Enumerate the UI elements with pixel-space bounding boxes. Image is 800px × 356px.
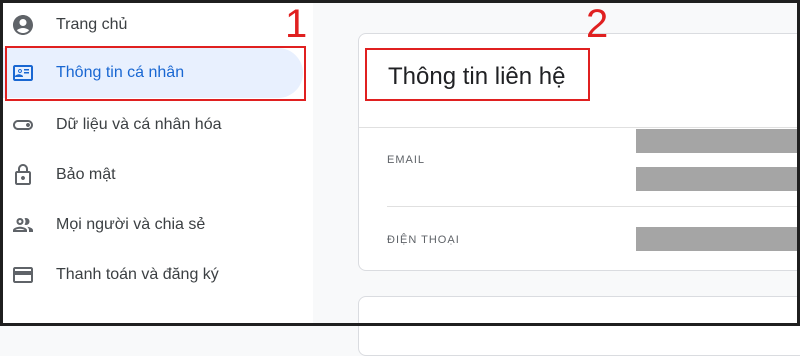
annotation-number-2: 2 [586,2,609,46]
toggle-icon [11,113,35,137]
sidebar-item-label: Bảo mật [56,166,116,183]
lock-icon [11,163,35,187]
credit-card-icon [11,263,35,287]
sidebar-item-label: Mọi người và chia sẻ [56,216,206,233]
sidebar-item-label: Thanh toán và đăng ký [56,266,219,283]
divider [359,127,800,128]
annotation-box-2 [365,48,590,101]
sidebar-item-security[interactable]: Bảo mật [3,150,303,200]
annotation-number-1: 1 [285,2,308,46]
sidebar-item-label: Trang chủ [56,16,128,33]
email-redaction [636,167,800,191]
phone-label: ĐIỆN THOẠI [387,234,460,246]
email-label: EMAIL [387,154,426,166]
people-icon [11,213,35,237]
sidebar-item-people-sharing[interactable]: Mọi người và chia sẻ [3,200,303,250]
sidebar-item-data-personalization[interactable]: Dữ liệu và cá nhân hóa [3,100,303,150]
sidebar-item-label: Dữ liệu và cá nhân hóa [56,116,222,133]
annotation-box-1 [5,46,306,101]
email-redaction [636,129,800,153]
sidebar-item-home[interactable]: Trang chủ [3,0,303,50]
sidebar-item-payments[interactable]: Thanh toán và đăng ký [3,250,303,300]
account-circle-icon [11,13,35,37]
phone-redaction [636,227,800,251]
divider [387,206,800,207]
secondary-card [358,296,800,356]
